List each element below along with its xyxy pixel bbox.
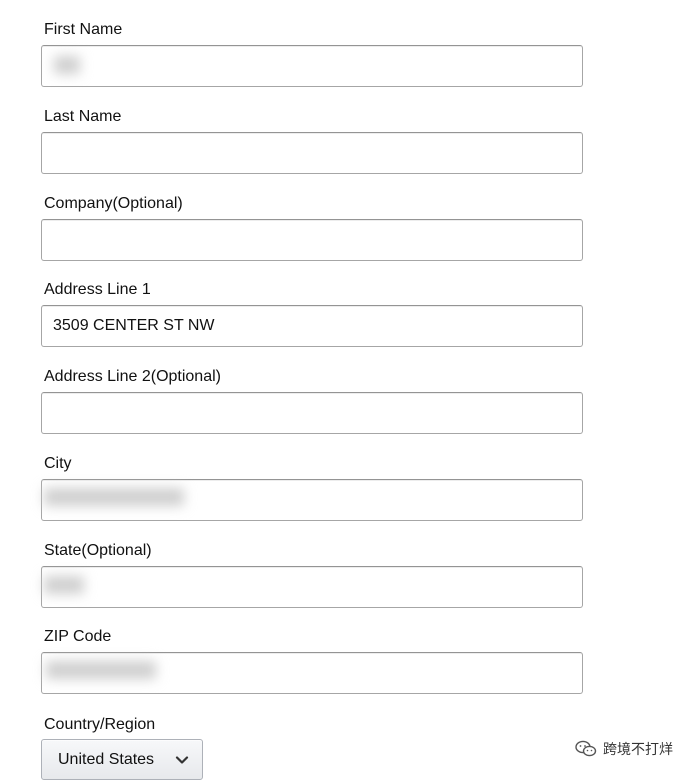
address-form: First Name Last Name Company(Optional) A… bbox=[0, 0, 699, 782]
zip-code-input[interactable] bbox=[41, 652, 583, 694]
city-input[interactable] bbox=[41, 479, 583, 521]
first-name-input[interactable] bbox=[41, 45, 583, 87]
wechat-icon bbox=[575, 740, 597, 757]
state-input[interactable] bbox=[41, 566, 583, 608]
address-line-1-input[interactable] bbox=[41, 305, 583, 347]
address-line-2-input[interactable] bbox=[41, 392, 583, 434]
company-label: Company(Optional) bbox=[44, 195, 183, 212]
last-name-input[interactable] bbox=[41, 132, 583, 174]
state-label: State(Optional) bbox=[44, 542, 152, 559]
zip-code-label: ZIP Code bbox=[44, 628, 112, 645]
country-label: Country/Region bbox=[44, 716, 156, 733]
chevron-down-icon bbox=[175, 756, 189, 764]
city-label: City bbox=[44, 455, 72, 472]
watermark-text: 跨境不打烊 bbox=[603, 742, 673, 758]
company-input[interactable] bbox=[41, 219, 583, 261]
country-field: Country/Region bbox=[41, 715, 583, 735]
watermark: 跨境不打烊 bbox=[575, 739, 673, 759]
country-select[interactable]: United States bbox=[41, 739, 203, 780]
address-line-1-label: Address Line 1 bbox=[44, 281, 151, 298]
first-name-label: First Name bbox=[44, 21, 123, 38]
country-selected-value: United States bbox=[58, 750, 155, 768]
address-line-2-label: Address Line 2(Optional) bbox=[44, 368, 221, 385]
last-name-label: Last Name bbox=[44, 108, 122, 125]
